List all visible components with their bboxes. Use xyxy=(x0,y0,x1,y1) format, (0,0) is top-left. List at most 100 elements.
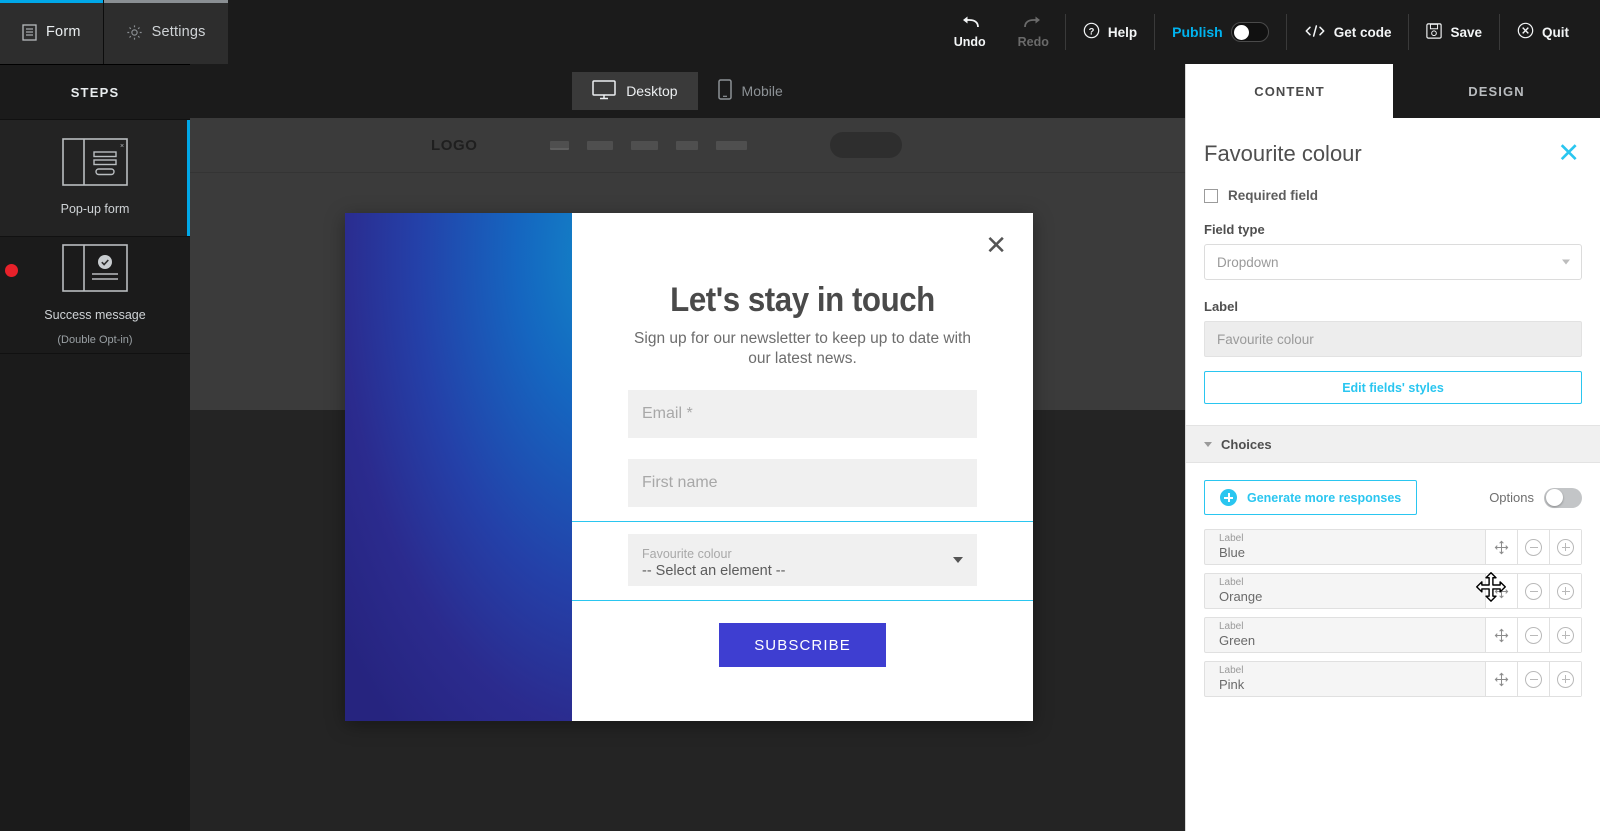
steps-title: STEPS xyxy=(0,65,190,120)
choices-section-title: Choices xyxy=(1221,436,1272,452)
sidebar-item-popup-form-label: Pop-up form xyxy=(60,201,130,216)
help-button[interactable]: ? Help xyxy=(1066,10,1154,54)
choice-drag-handle[interactable] xyxy=(1485,662,1517,696)
choices-section-header[interactable]: Choices xyxy=(1186,425,1600,463)
choice-value: Green xyxy=(1219,633,1256,649)
chevron-down-icon xyxy=(1562,259,1570,265)
mock-cta-button xyxy=(829,132,902,158)
choice-value: Pink xyxy=(1219,677,1245,693)
publish-label: Publish xyxy=(1172,24,1223,40)
popup-form-preview: ✕ Let's stay in touch Sign up for our ne… xyxy=(345,213,1033,721)
minus-circle-icon xyxy=(1525,538,1542,556)
panel-close-icon[interactable]: ✕ xyxy=(1557,140,1580,167)
choices-list: Label Blue Label Orange Label Green Labe… xyxy=(1186,515,1600,697)
plus-circle-icon xyxy=(1557,670,1574,688)
popup-firstname-field[interactable]: First name xyxy=(628,459,977,508)
choice-mini-label: Label xyxy=(1219,664,1244,676)
label-field-label: Label xyxy=(1204,299,1238,314)
popup-content-panel: ✕ Let's stay in touch Sign up for our ne… xyxy=(572,213,1033,721)
quit-button[interactable]: Quit xyxy=(1500,10,1586,54)
choice-remove-button[interactable] xyxy=(1517,662,1549,696)
choice-drag-handle[interactable] xyxy=(1485,618,1517,652)
save-button[interactable]: Save xyxy=(1409,10,1499,54)
properties-header: Favourite colour ✕ xyxy=(1186,118,1600,167)
success-message-icon xyxy=(62,243,128,297)
get-code-button[interactable]: Get code xyxy=(1287,10,1409,54)
choice-drag-handle[interactable] xyxy=(1485,574,1517,608)
device-mobile-button[interactable]: Mobile xyxy=(698,72,803,110)
choice-remove-button[interactable] xyxy=(1517,574,1549,608)
choice-row-green: Label Green xyxy=(1204,617,1582,653)
choice-remove-button[interactable] xyxy=(1517,618,1549,652)
popup-email-field[interactable]: Email * xyxy=(628,390,977,439)
steps-sidebar: STEPS × Pop-up form Success message (Dou… xyxy=(0,64,190,831)
mock-nav-item xyxy=(715,140,747,150)
redo-icon xyxy=(1023,15,1043,32)
tab-design[interactable]: DESIGN xyxy=(1393,64,1600,118)
choice-label-input[interactable]: Label Green xyxy=(1205,618,1485,652)
popup-close-icon[interactable]: ✕ xyxy=(985,233,1007,259)
popup-image-panel xyxy=(345,213,572,721)
choice-remove-button[interactable] xyxy=(1517,530,1549,564)
device-toggle: Desktop Mobile xyxy=(572,72,803,110)
popup-favourite-colour-dropdown[interactable]: Favourite colour -- Select an element -- xyxy=(628,534,977,587)
choice-add-button[interactable] xyxy=(1549,618,1581,652)
device-toolbar: Desktop Mobile xyxy=(190,64,1185,118)
toolbar-actions: Undo Redo ? Help Publish Get code Save Q… xyxy=(938,0,1600,64)
field-type-value: Dropdown xyxy=(1217,254,1279,270)
undo-icon xyxy=(960,15,980,32)
save-icon xyxy=(1426,22,1443,42)
popup-subscribe-button[interactable]: SUBSCRIBE xyxy=(719,623,886,668)
undo-button[interactable]: Undo xyxy=(938,10,1002,54)
required-field-checkbox[interactable] xyxy=(1204,188,1218,203)
required-field-label: Required field xyxy=(1228,188,1319,203)
quit-label: Quit xyxy=(1542,24,1569,40)
label-field-input[interactable]: Favourite colour xyxy=(1204,321,1582,357)
redo-label: Redo xyxy=(1017,35,1049,49)
minus-circle-icon xyxy=(1525,582,1542,600)
choice-row-pink: Label Pink xyxy=(1204,661,1582,697)
popup-dropdown-selection-outline: Favourite colour -- Select an element -- xyxy=(572,521,1033,602)
tab-form[interactable]: Form xyxy=(0,0,103,64)
mock-nav-item xyxy=(586,140,613,150)
generate-more-responses-button[interactable]: Generate more responses xyxy=(1204,480,1418,515)
plus-circle-icon xyxy=(1557,538,1574,556)
mock-nav-item xyxy=(675,140,698,150)
tab-form-label: Form xyxy=(46,24,81,40)
choice-add-button[interactable] xyxy=(1549,662,1581,696)
choice-label-input[interactable]: Label Blue xyxy=(1205,530,1485,564)
choice-row-orange: Label Orange xyxy=(1204,573,1582,609)
choice-drag-handle[interactable] xyxy=(1485,530,1517,564)
choice-label-input[interactable]: Label Pink xyxy=(1205,662,1485,696)
choice-add-button[interactable] xyxy=(1549,530,1581,564)
device-desktop-button[interactable]: Desktop xyxy=(572,72,698,110)
tab-settings-label: Settings xyxy=(151,24,206,40)
tab-settings[interactable]: Settings xyxy=(103,0,228,64)
publish-toggle[interactable] xyxy=(1230,22,1269,42)
popup-email-placeholder: Email * xyxy=(642,405,693,423)
popup-dropdown-value: -- Select an element -- xyxy=(642,563,786,580)
preview-canvas: Desktop Mobile LOGO ✕ Let's stay in touc… xyxy=(190,64,1185,831)
sidebar-item-popup-form[interactable]: × Pop-up form xyxy=(0,120,190,237)
redo-button[interactable]: Redo xyxy=(1002,10,1065,54)
publish-control[interactable]: Publish xyxy=(1155,10,1286,54)
mock-nav-item xyxy=(549,140,569,150)
field-type-select[interactable]: Dropdown xyxy=(1204,244,1582,280)
choice-value: Blue xyxy=(1219,545,1246,561)
edit-fields-styles-button[interactable]: Edit fields' styles xyxy=(1204,371,1582,404)
sidebar-item-success-message-sublabel: (Double Opt-in) xyxy=(57,334,133,347)
app-root: Form Settings Undo Redo ? Help Publish G… xyxy=(0,0,1600,831)
sidebar-item-success-message[interactable]: Success message (Double Opt-in) xyxy=(0,237,190,354)
properties-body: Required field Field type Dropdown Label… xyxy=(1186,188,1600,404)
tab-content[interactable]: CONTENT xyxy=(1186,64,1393,118)
options-toggle[interactable] xyxy=(1544,487,1582,508)
choice-add-button[interactable] xyxy=(1549,574,1581,608)
choice-row-blue: Label Blue xyxy=(1204,529,1582,565)
minus-circle-icon xyxy=(1525,626,1542,644)
choice-label-input[interactable]: Label Orange xyxy=(1205,574,1485,608)
choice-mini-label: Label xyxy=(1219,532,1244,544)
mock-logo: LOGO xyxy=(431,136,478,154)
required-field-row[interactable]: Required field xyxy=(1204,188,1582,203)
chevron-down-icon xyxy=(1204,441,1212,447)
choice-mini-label: Label xyxy=(1219,620,1244,632)
